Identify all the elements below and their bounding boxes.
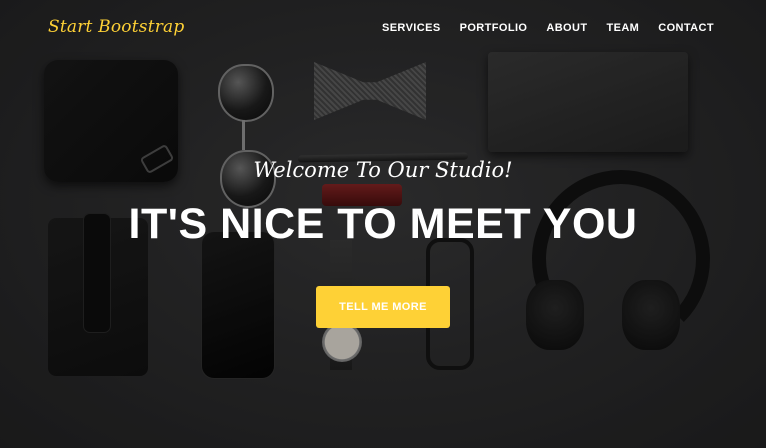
nav-link-services[interactable]: SERVICES <box>382 22 441 34</box>
nav-link-team[interactable]: TEAM <box>606 22 639 34</box>
tell-me-more-button[interactable]: TELL ME MORE <box>316 286 450 328</box>
nav-link-about[interactable]: ABOUT <box>546 22 587 34</box>
nav-link-portfolio[interactable]: PORTFOLIO <box>460 22 528 34</box>
navbar: Start Bootstrap SERVICES PORTFOLIO ABOUT… <box>0 0 766 58</box>
intro-lead-text: Welcome To Our Studio! <box>253 158 513 182</box>
hero-section: Start Bootstrap SERVICES PORTFOLIO ABOUT… <box>0 0 766 448</box>
nav-link-contact[interactable]: CONTACT <box>658 22 714 34</box>
nav-menu: SERVICES PORTFOLIO ABOUT TEAM CONTACT <box>382 22 714 34</box>
brand-logo[interactable]: Start Bootstrap <box>48 17 184 37</box>
intro-heading: IT'S NICE TO MEET YOU <box>128 200 638 248</box>
